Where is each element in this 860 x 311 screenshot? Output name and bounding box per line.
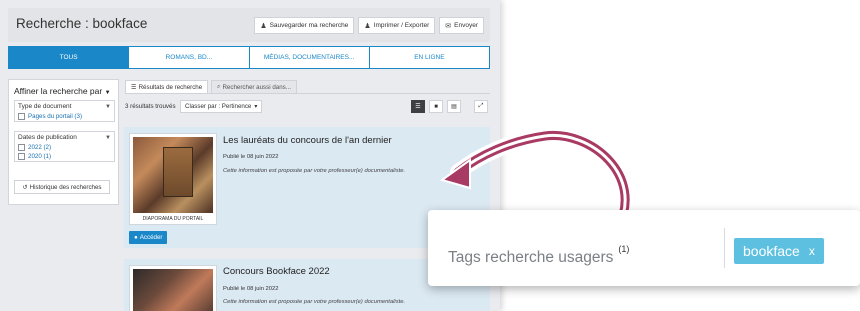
tags-label-text: Tags recherche usagers	[448, 249, 614, 267]
history-icon: ↺	[22, 183, 28, 191]
facets-title[interactable]: Affiner la recherche par ▼	[14, 86, 111, 96]
facet-type-document: Type de document ▼ Pages du portail (3)	[14, 100, 115, 122]
tab-en-ligne[interactable]: EN LIGNE	[370, 47, 489, 68]
tags-count: (1)	[618, 244, 630, 254]
facet-type-document-label: Type de document	[18, 103, 72, 110]
thumbnail-image	[133, 137, 213, 213]
caret-down-icon: ▼	[104, 90, 111, 96]
divider	[125, 93, 490, 94]
thumbnail-image	[133, 269, 213, 311]
checkbox[interactable]	[18, 144, 25, 151]
facet-dates-publication: Dates de publication ▼ 2022 (2) 2020 (1)	[14, 131, 115, 162]
tab-search-results-label: Résultats de recherche	[138, 83, 203, 91]
caret-down-icon: ▼	[105, 103, 111, 110]
sort-dropdown[interactable]: Classer par : Pertinence ▾	[180, 100, 263, 113]
print-export-button[interactable]: ♟ Imprimer / Exporter	[358, 17, 436, 34]
facet-dates-publication-label: Dates de publication	[18, 134, 77, 141]
user-save-icon: ♟	[260, 22, 267, 30]
result-title[interactable]: Concours Bookface 2022	[223, 266, 330, 277]
tab-search-also-in-label: Rechercher aussi dans...	[222, 83, 291, 91]
result-description: Cette information est proposée par votre…	[223, 168, 406, 174]
page-header: Recherche : bookface ♟ Sauvegarder ma re…	[8, 8, 490, 42]
checkbox[interactable]	[18, 153, 25, 160]
send-button[interactable]: ✉ Envoyer	[439, 17, 484, 34]
access-button[interactable]: ● Accéder	[129, 231, 168, 244]
facets-title-label: Affiner la recherche par	[14, 86, 103, 96]
tab-tous[interactable]: TOUS	[9, 47, 130, 68]
facet-option-label: Pages du portail (3)	[28, 113, 82, 120]
access-button-label: Accéder	[139, 234, 163, 241]
facet-option-2020[interactable]: 2020 (1)	[15, 152, 114, 161]
header-actions: ♟ Sauvegarder ma recherche ♟ Imprimer / …	[254, 17, 484, 34]
result-date: Publié le 08 juin 2022	[223, 154, 279, 160]
checkbox[interactable]	[18, 113, 25, 120]
search-results-panel: Recherche : bookface ♟ Sauvegarder ma re…	[0, 0, 500, 311]
globe-icon: ●	[134, 234, 138, 241]
send-label: Envoyer	[454, 22, 478, 29]
result-thumbnail[interactable]: DIAPORAMA DU PORTAIL	[129, 133, 217, 225]
caret-down-icon: ▾	[254, 103, 258, 110]
tag-chip[interactable]: bookface x	[734, 238, 824, 264]
search-history-label: Historique des recherches	[29, 183, 102, 191]
result-count: 3 résultats trouvés	[125, 103, 176, 110]
sort-label: Classer par : Pertinence	[185, 103, 252, 110]
tab-romans-bd[interactable]: ROMANS, BD...	[129, 47, 250, 68]
envelope-icon: ✉	[445, 22, 452, 30]
list-view-icon[interactable]: ☰	[411, 100, 425, 113]
tab-medias-documentaires[interactable]: MÉDIAS, DOCUMENTAIRES...	[250, 47, 370, 68]
print-icon: ♟	[364, 22, 371, 30]
result-description: Cette information est proposée par votre…	[223, 299, 406, 305]
tags-callout: Tags recherche usagers (1) bookface x	[428, 210, 860, 286]
tab-search-results[interactable]: ☰ Résultats de recherche	[125, 80, 209, 94]
facet-option-label: 2020 (1)	[28, 153, 52, 160]
book-cover-illustration	[163, 147, 193, 197]
divider	[724, 228, 725, 268]
facet-dates-publication-header[interactable]: Dates de publication ▼	[15, 132, 114, 143]
grid-view-icon[interactable]: ■	[429, 100, 443, 113]
caret-down-icon: ▼	[105, 134, 111, 141]
result-thumbnail[interactable]	[129, 265, 217, 311]
facet-type-document-header[interactable]: Type de document ▼	[15, 101, 114, 112]
page-title: Recherche : bookface	[16, 16, 148, 31]
category-tabs: TOUS ROMANS, BD... MÉDIAS, DOCUMENTAIRES…	[8, 46, 490, 69]
tag-label: bookface	[743, 243, 800, 259]
list-icon: ☰	[131, 83, 137, 91]
save-search-button[interactable]: ♟ Sauvegarder ma recherche	[254, 17, 355, 34]
result-title[interactable]: Les lauréats du concours de l'an dernier	[223, 135, 392, 146]
print-export-label: Imprimer / Exporter	[373, 22, 430, 29]
tags-label: Tags recherche usagers (1)	[448, 244, 629, 267]
save-search-label: Sauvegarder ma recherche	[269, 22, 349, 29]
search-history-button[interactable]: ↺ Historique des recherches	[14, 180, 110, 194]
search-icon: ⌕	[217, 83, 221, 90]
tab-search-also-in[interactable]: ⌕ Rechercher aussi dans...	[211, 80, 297, 94]
expand-icon[interactable]: ⤢	[474, 100, 488, 113]
table-view-icon[interactable]: ▤	[447, 100, 461, 113]
thumbnail-caption: DIAPORAMA DU PORTAIL	[142, 216, 204, 222]
result-date: Publié le 08 juin 2022	[223, 286, 279, 292]
facet-option-label: 2022 (2)	[28, 144, 52, 151]
view-toggles: ☰ ■ ▤ ⤢	[411, 100, 488, 113]
facet-option-2022[interactable]: 2022 (2)	[15, 143, 114, 152]
close-icon[interactable]: x	[809, 244, 815, 258]
facet-option-pages-portail[interactable]: Pages du portail (3)	[15, 112, 114, 121]
